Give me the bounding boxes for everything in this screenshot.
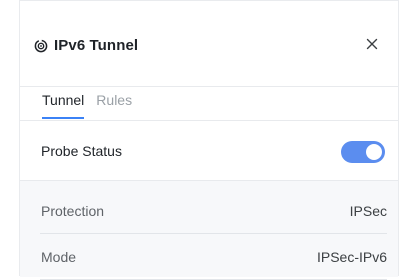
detail-key: Mode: [41, 249, 77, 265]
detail-value: IPSec: [349, 203, 387, 219]
tab-tunnel[interactable]: Tunnel: [42, 89, 85, 119]
probe-status-label: Probe Status: [41, 143, 122, 159]
tab-rules[interactable]: Rules: [96, 89, 132, 119]
detail-row-protection: Protection IPSec: [40, 188, 387, 234]
probe-status-toggle[interactable]: [341, 141, 385, 163]
tab-bar: Tunnel Rules: [42, 89, 132, 119]
broadcast-icon: [34, 39, 48, 52]
ipv6-tunnel-panel: IPv6 Tunnel Tunnel Rules Probe Status Pr…: [19, 0, 399, 280]
close-icon[interactable]: [364, 36, 380, 52]
panel-title-group: IPv6 Tunnel: [34, 37, 138, 54]
panel-title: IPv6 Tunnel: [54, 37, 139, 54]
detail-value: IPSec-IPv6: [316, 249, 387, 265]
probe-status-row: Probe Status: [20, 121, 398, 181]
panel-header: IPv6 Tunnel: [20, 1, 398, 87]
detail-key: Protection: [41, 203, 105, 219]
tunnel-details: Protection IPSec Mode IPSec-IPv6: [20, 181, 398, 280]
toggle-knob: [366, 144, 382, 160]
detail-row-mode: Mode IPSec-IPv6: [40, 234, 387, 280]
